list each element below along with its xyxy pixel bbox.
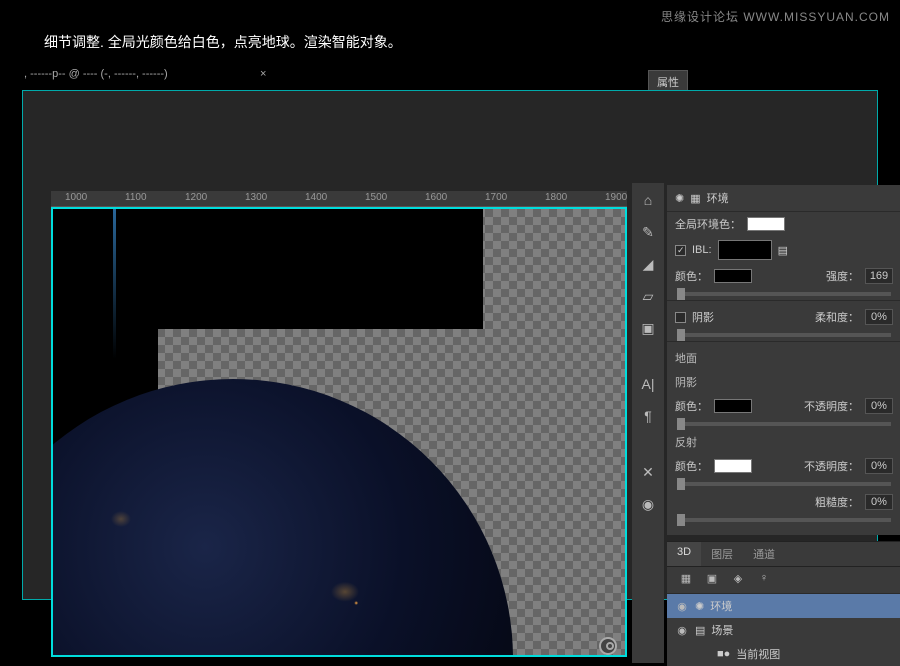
- global-env-color-swatch[interactable]: [747, 217, 785, 231]
- ruler-tick: 1000: [65, 192, 87, 203]
- ruler-tick: 1400: [305, 192, 327, 203]
- ruler-tick: 1800: [545, 192, 567, 203]
- panel-tabs: 3D 图层 通道: [667, 542, 900, 567]
- env-color-swatch[interactable]: [714, 269, 752, 283]
- visibility-icon[interactable]: ◉: [675, 600, 689, 613]
- env-color-label: 颜色：: [675, 268, 708, 284]
- ibl-label: IBL:: [692, 244, 712, 256]
- ruler-tick: 1600: [425, 192, 447, 203]
- paragraph-tool-icon[interactable]: ¶: [637, 405, 659, 427]
- filter-mesh-icon[interactable]: ▣: [703, 572, 721, 588]
- ruler-tick: 1500: [365, 192, 387, 203]
- tab-layers[interactable]: 图层: [701, 542, 743, 566]
- ground-opacity-label: 不透明度：: [804, 398, 859, 414]
- softness-value[interactable]: 0%: [865, 309, 893, 325]
- ground-opacity-slider[interactable]: [677, 422, 891, 426]
- global-env-color-label: 全局环境色：: [675, 216, 741, 232]
- ground-section-label: 地面: [667, 346, 900, 370]
- roughness-value[interactable]: 0%: [865, 494, 893, 510]
- intensity-value[interactable]: 169: [865, 268, 893, 284]
- camera-icon: ■●: [717, 648, 730, 660]
- light-beam: [113, 209, 116, 359]
- eraser-tool-icon[interactable]: ▱: [637, 285, 659, 307]
- ruler-tick: 1700: [485, 192, 507, 203]
- reflection-section-label: 反射: [667, 430, 900, 454]
- ibl-texture-swatch[interactable]: [718, 240, 772, 260]
- workspace: 1000 1100 1200 1300 1400 1500 1600 1700 …: [22, 90, 878, 600]
- environment-icon: ✺: [695, 600, 704, 613]
- refl-color-swatch[interactable]: [714, 459, 752, 473]
- layer-scene[interactable]: ◉ ▤ 场景: [667, 618, 900, 642]
- panel-filter-toolbar: ▦ ▣ ◈ ♀: [667, 567, 900, 594]
- filter-material-icon[interactable]: ◈: [729, 572, 747, 588]
- divider: [667, 341, 900, 342]
- layer-environment[interactable]: ◉ ✺ 环境: [667, 594, 900, 618]
- text-tool-icon[interactable]: A|: [637, 373, 659, 395]
- ruler-tick: 1100: [125, 192, 147, 203]
- tab-3d[interactable]: 3D: [667, 542, 701, 566]
- properties-header: ✺ ▦ 环境: [667, 185, 900, 212]
- ibl-checkbox[interactable]: [675, 245, 686, 256]
- scene-icon: ▤: [695, 624, 705, 637]
- filter-all-icon[interactable]: ▦: [677, 572, 695, 588]
- refl-color-label: 颜色：: [675, 458, 708, 474]
- cloud-tool-icon[interactable]: ◉: [637, 493, 659, 515]
- refl-opacity-slider[interactable]: [677, 482, 891, 486]
- close-tab-icon[interactable]: ×: [260, 68, 266, 80]
- refl-opacity-value[interactable]: 0%: [865, 458, 893, 474]
- softness-slider[interactable]: [677, 333, 891, 337]
- shadow-checkbox[interactable]: [675, 312, 686, 323]
- layer-current-view[interactable]: ■● 当前视图: [667, 642, 900, 666]
- ruler-tick: 1300: [245, 192, 267, 203]
- shadow-label: 阴影: [692, 309, 714, 325]
- layer-label: 当前视图: [736, 646, 780, 662]
- watermark-text: 思缘设计论坛 WWW.MISSYUAN.COM: [661, 8, 890, 25]
- filter-light-icon[interactable]: ♀: [755, 572, 773, 588]
- ruler-tick: 1200: [185, 192, 207, 203]
- city-lights: [51, 379, 513, 657]
- location-pin-icon[interactable]: [599, 637, 617, 655]
- settings-tool-icon[interactable]: ✕: [637, 461, 659, 483]
- layer-label: 环境: [710, 598, 732, 614]
- ruler-tick: 1900: [605, 192, 627, 203]
- earth-object[interactable]: [51, 379, 513, 657]
- softness-label: 柔和度：: [815, 309, 859, 325]
- ibl-edit-icon[interactable]: ▤: [778, 244, 788, 257]
- properties-panel: ✺ ▦ 环境 全局环境色： IBL: ▤ 颜色： 强度： 169 阴影 柔和度：…: [667, 185, 900, 535]
- vertical-toolbar: ⌂ ✎ ◢ ▱ ▣ A| ¶ ✕ ◉: [632, 183, 664, 663]
- roughness-slider[interactable]: [677, 518, 891, 522]
- mesh-icon: ▦: [690, 192, 700, 205]
- ground-opacity-value[interactable]: 0%: [865, 398, 893, 414]
- home-tool-icon[interactable]: ⌂: [637, 189, 659, 211]
- stamp-tool-icon[interactable]: ▣: [637, 317, 659, 339]
- instruction-text: 细节调整. 全局光颜色给白色，点亮地球。渲染智能对象。: [44, 32, 402, 52]
- brush-tool-icon[interactable]: ✎: [637, 221, 659, 243]
- environment-icon: ✺: [675, 192, 684, 205]
- divider: [667, 300, 900, 301]
- intensity-label: 强度：: [826, 268, 859, 284]
- properties-header-label: 环境: [707, 190, 729, 206]
- intensity-slider[interactable]: [677, 292, 891, 296]
- ground-color-swatch[interactable]: [714, 399, 752, 413]
- visibility-icon[interactable]: ◉: [675, 624, 689, 637]
- layer-label: 场景: [711, 622, 733, 638]
- ground-color-label: 颜色：: [675, 398, 708, 414]
- horizontal-ruler: 1000 1100 1200 1300 1400 1500 1600 1700 …: [51, 191, 627, 207]
- refl-opacity-label: 不透明度：: [804, 458, 859, 474]
- document-tab-title[interactable]: , ------p-- @ ---- (-, ------, ------): [24, 68, 168, 80]
- tab-channels[interactable]: 通道: [743, 542, 785, 566]
- bucket-tool-icon[interactable]: ◢: [637, 253, 659, 275]
- ground-shadow-label: 阴影: [667, 370, 900, 394]
- roughness-label: 粗糙度：: [815, 494, 859, 510]
- canvas[interactable]: [51, 207, 627, 657]
